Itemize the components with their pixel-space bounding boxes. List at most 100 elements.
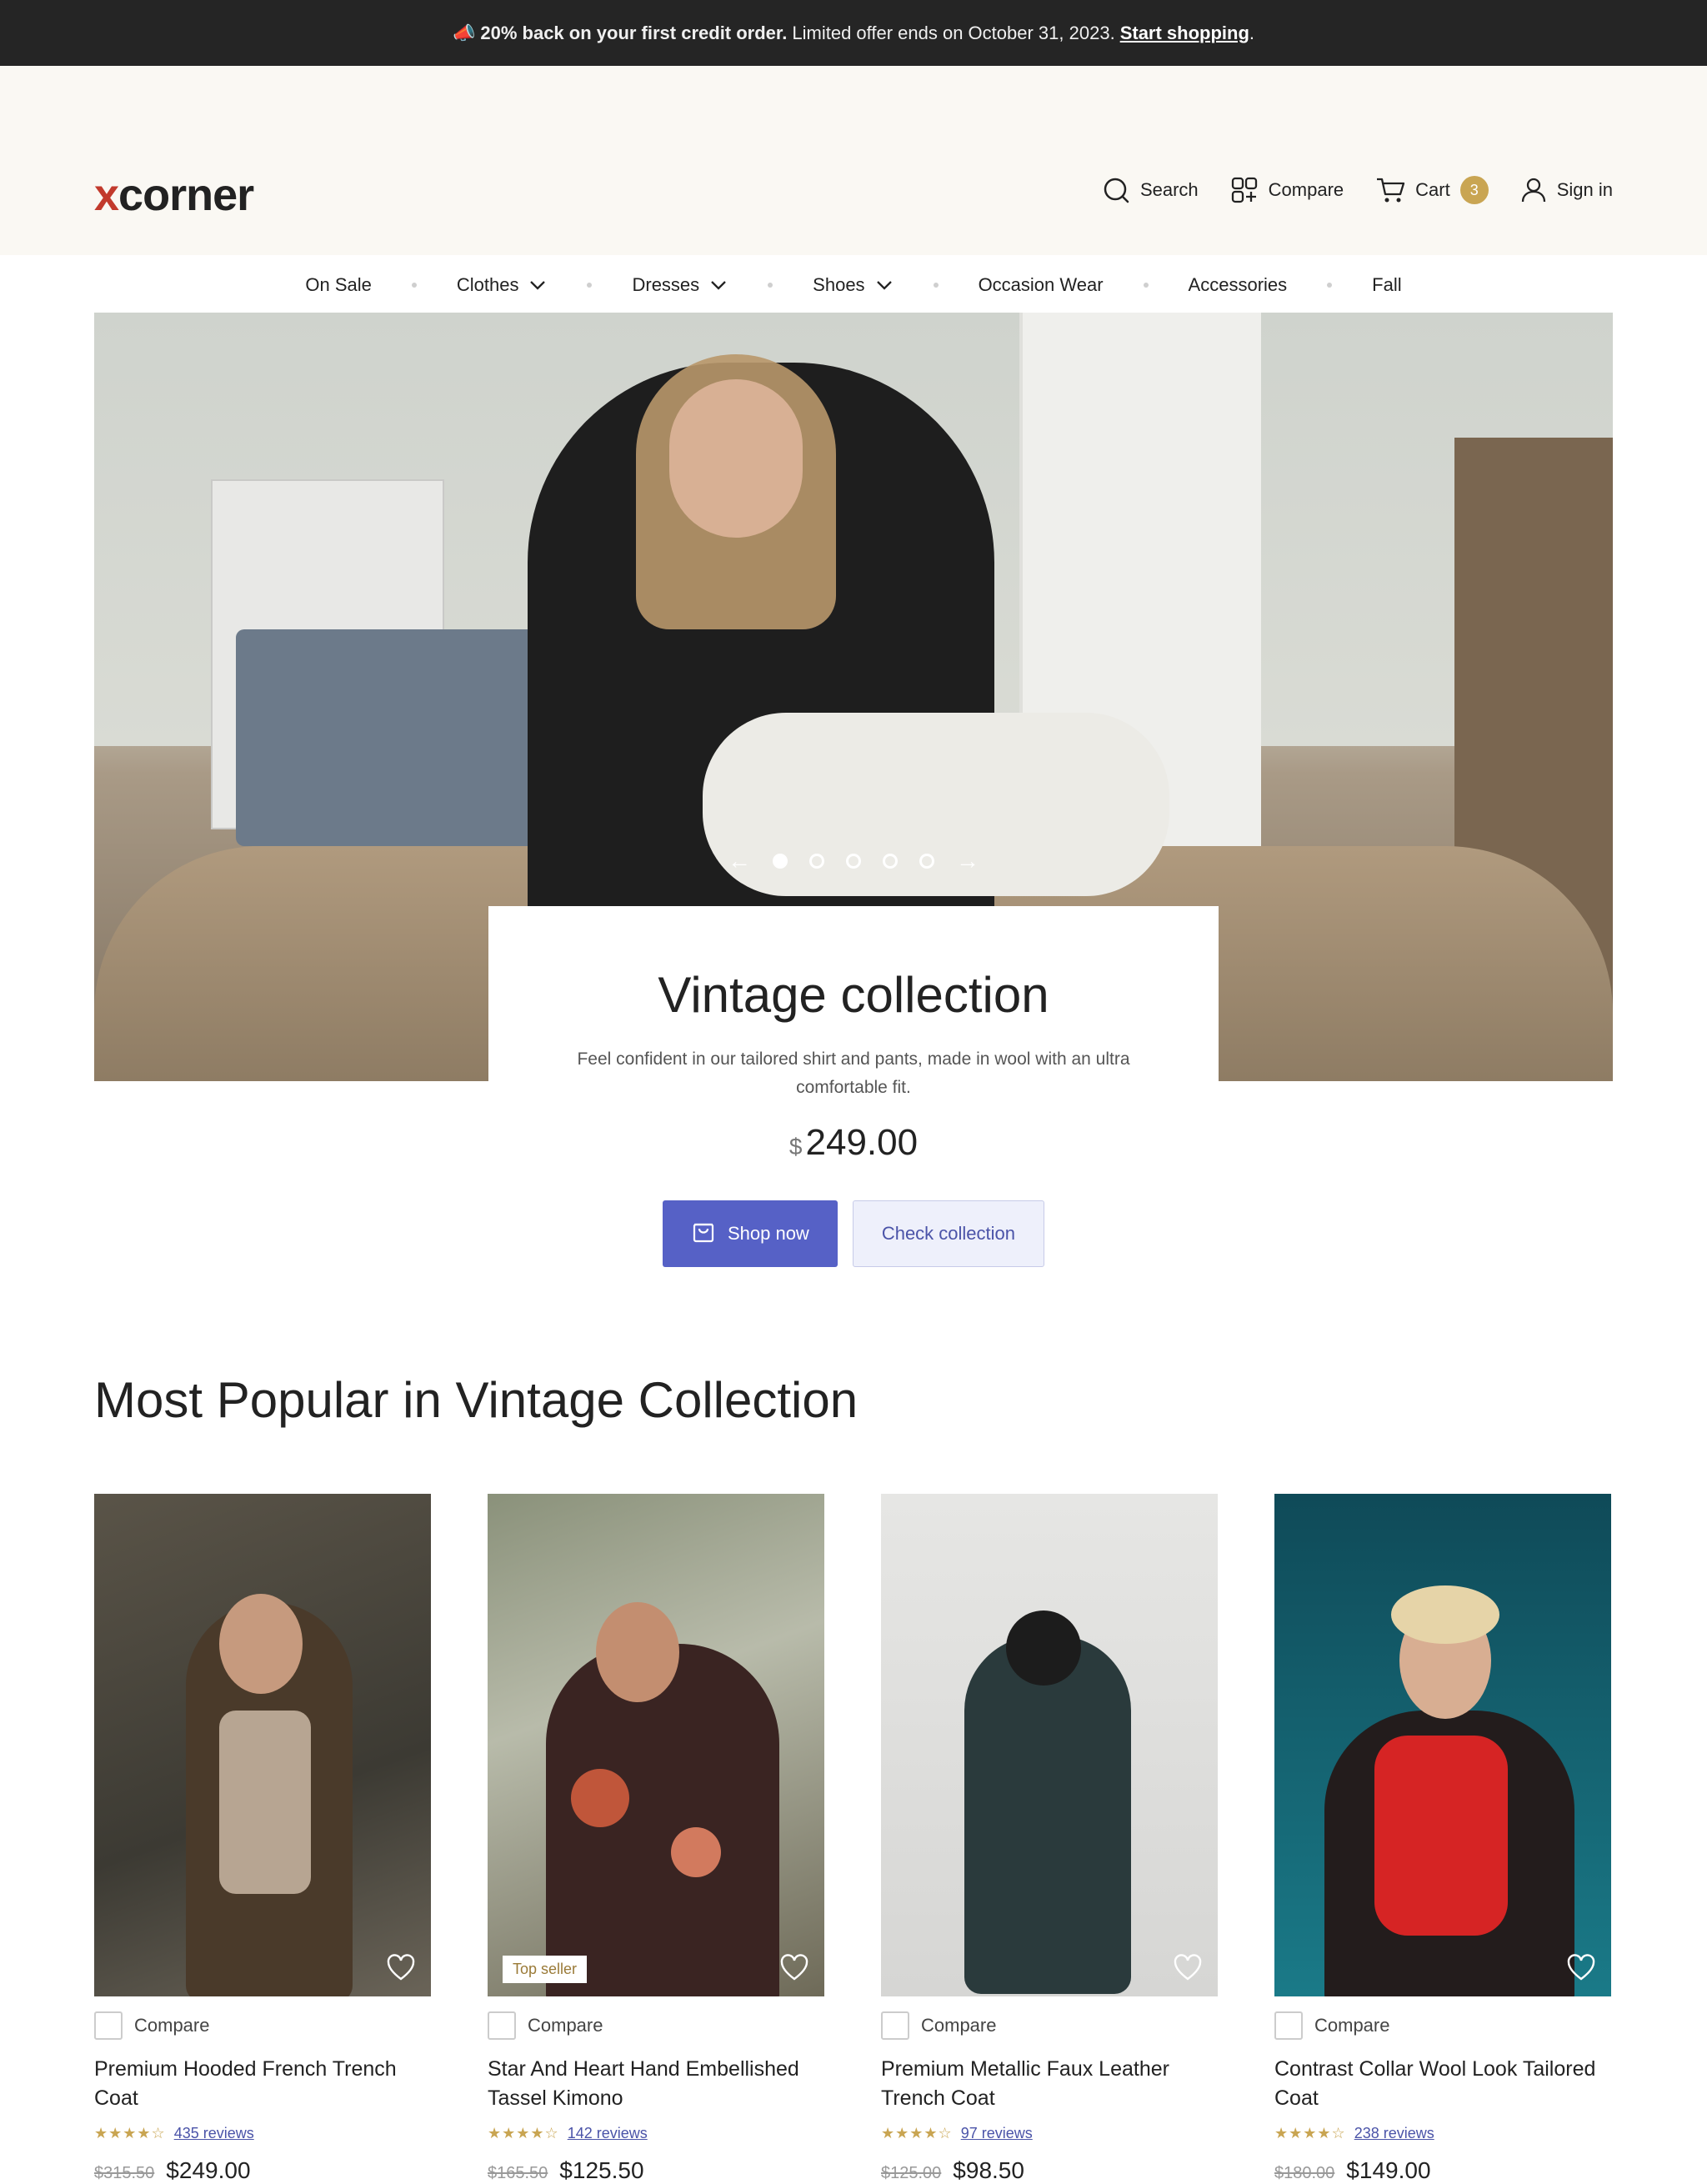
announcement-trailing: . xyxy=(1249,22,1255,43)
announcement-text: Limited offer ends on October 31, 2023. xyxy=(792,22,1115,43)
compare-toggle[interactable]: Compare xyxy=(94,2011,431,2040)
reviews-link[interactable]: 238 reviews xyxy=(1354,2125,1434,2142)
compare-label: Compare xyxy=(528,2015,603,2036)
search-button[interactable]: Search xyxy=(1102,176,1199,204)
announcement-bold-text: 20% back on your first credit order. xyxy=(480,22,788,43)
slider-dot[interactable] xyxy=(919,854,934,869)
nav-clothes[interactable]: Clothes xyxy=(457,274,548,296)
product-name[interactable]: Premium Hooded French Trench Coat xyxy=(94,2055,431,2113)
product-name[interactable]: Premium Metallic Faux Leather Trench Coa… xyxy=(881,2055,1218,2113)
slider-dot[interactable] xyxy=(809,854,824,869)
product-card[interactable]: Top seller Compare Star And Heart Hand E… xyxy=(488,1494,824,2184)
heart-icon[interactable] xyxy=(386,1953,416,1983)
heart-icon[interactable] xyxy=(1173,1953,1203,1983)
slider-dot[interactable] xyxy=(883,854,898,869)
old-price: $165.50 xyxy=(488,2164,548,2182)
nav-label: On Sale xyxy=(305,274,372,295)
compare-toggle[interactable]: Compare xyxy=(488,2011,824,2040)
slider-dot[interactable] xyxy=(846,854,861,869)
start-shopping-link[interactable]: Start shopping xyxy=(1120,23,1249,44)
sign-in-button[interactable]: Sign in xyxy=(1520,176,1613,204)
current-price: $98.50 xyxy=(953,2157,1024,2183)
product-image[interactable] xyxy=(94,1494,431,1996)
arrow-left-icon[interactable]: ← xyxy=(728,849,751,873)
shop-now-button[interactable]: Shop now xyxy=(662,1200,838,1267)
current-price: $149.00 xyxy=(1346,2157,1431,2183)
nav-fall[interactable]: Fall xyxy=(1372,274,1401,296)
star-rating-icon: ★★★★☆ xyxy=(488,2125,559,2141)
nav-separator xyxy=(1327,283,1333,288)
nav-shoes[interactable]: Shoes xyxy=(813,274,893,296)
product-model-hair xyxy=(1006,1610,1081,1686)
product-name[interactable]: Contrast Collar Wool Look Tailored Coat xyxy=(1274,2055,1611,2113)
product-prices: $180.00 $149.00 xyxy=(1274,2157,1611,2184)
product-card[interactable]: Compare Premium Metallic Faux Leather Tr… xyxy=(881,1494,1218,2184)
product-model-hair xyxy=(1391,1585,1499,1644)
hero-description: Feel confident in our tailored shirt and… xyxy=(577,1049,1130,1097)
product-prices: $125.00 $98.50 xyxy=(881,2157,1218,2184)
cart-count-badge: 3 xyxy=(1459,176,1489,204)
reviews-link[interactable]: 142 reviews xyxy=(568,2125,648,2142)
search-icon xyxy=(1102,176,1130,204)
cart-icon xyxy=(1375,176,1405,204)
compare-checkbox[interactable] xyxy=(94,2011,123,2040)
compare-toggle[interactable]: Compare xyxy=(1274,2011,1611,2040)
heart-icon[interactable] xyxy=(1566,1953,1596,1983)
product-image[interactable] xyxy=(881,1494,1218,1996)
nav-label: Fall xyxy=(1372,274,1402,295)
nav-dresses[interactable]: Dresses xyxy=(632,274,728,296)
nav-on-sale[interactable]: On Sale xyxy=(305,274,372,296)
hero-card: Vintage collection Feel confident in our… xyxy=(488,906,1219,1306)
reviews-link[interactable]: 435 reviews xyxy=(174,2125,254,2142)
chevron-down-icon xyxy=(875,274,894,296)
compare-button[interactable]: Compare xyxy=(1230,176,1344,204)
nav-separator xyxy=(933,283,939,288)
shopping-bag-icon xyxy=(691,1219,716,1249)
old-price: $125.00 xyxy=(881,2164,942,2182)
logo[interactable]: xcorner xyxy=(94,169,254,221)
product-image[interactable]: Top seller xyxy=(488,1494,824,1996)
nav-label: Accessories xyxy=(1188,274,1288,295)
product-rating: ★★★★☆ 435 reviews xyxy=(94,2125,431,2142)
star-rating-icon: ★★★★☆ xyxy=(1274,2125,1346,2141)
reviews-link[interactable]: 97 reviews xyxy=(961,2125,1033,2142)
compare-label: Compare xyxy=(1268,179,1344,200)
cart-button[interactable]: Cart 3 xyxy=(1375,176,1489,204)
star-rating-icon: ★★★★☆ xyxy=(94,2125,166,2141)
nav-occasion-wear[interactable]: Occasion Wear xyxy=(979,274,1104,296)
current-price: $125.50 xyxy=(559,2157,644,2183)
hero-title: Vintage collection xyxy=(658,967,1049,1023)
logo-text: corner xyxy=(118,170,254,220)
compare-toggle[interactable]: Compare xyxy=(881,2011,1218,2040)
compare-checkbox[interactable] xyxy=(1274,2011,1303,2040)
price-value: 249.00 xyxy=(805,1122,919,1163)
compare-checkbox[interactable] xyxy=(488,2011,516,2040)
product-card[interactable]: Compare Contrast Collar Wool Look Tailor… xyxy=(1274,1494,1611,2184)
nav-separator xyxy=(1143,283,1149,288)
product-prices: $165.50 $125.50 xyxy=(488,2157,824,2184)
product-name[interactable]: Star And Heart Hand Embellished Tassel K… xyxy=(488,2055,824,2113)
nav-accessories[interactable]: Accessories xyxy=(1189,274,1288,296)
compare-label: Compare xyxy=(134,2015,210,2036)
slider-dot[interactable] xyxy=(773,854,788,869)
compare-label: Compare xyxy=(1314,2015,1390,2036)
hero-model-face xyxy=(669,379,803,538)
compare-label: Compare xyxy=(921,2015,997,2036)
product-rating: ★★★★☆ 97 reviews xyxy=(881,2125,1218,2142)
product-rating: ★★★★☆ 142 reviews xyxy=(488,2125,824,2142)
old-price: $180.00 xyxy=(1274,2164,1335,2182)
check-collection-button[interactable]: Check collection xyxy=(852,1200,1045,1267)
arrow-right-icon[interactable]: → xyxy=(956,849,979,873)
heart-icon[interactable] xyxy=(779,1953,809,1983)
nav-label: Dresses xyxy=(632,274,700,295)
sign-in-label: Sign in xyxy=(1556,179,1613,200)
product-image[interactable] xyxy=(1274,1494,1611,1996)
user-icon xyxy=(1520,176,1547,204)
header-actions: Search Compare Cart 3 Sign in xyxy=(1102,176,1613,204)
product-rating: ★★★★☆ 238 reviews xyxy=(1274,2125,1611,2142)
compare-checkbox[interactable] xyxy=(881,2011,909,2040)
product-card[interactable]: Compare Premium Hooded French Trench Coa… xyxy=(94,1494,431,2184)
logo-x: x xyxy=(94,170,119,220)
nav-separator xyxy=(411,283,417,288)
compare-icon xyxy=(1230,176,1259,204)
